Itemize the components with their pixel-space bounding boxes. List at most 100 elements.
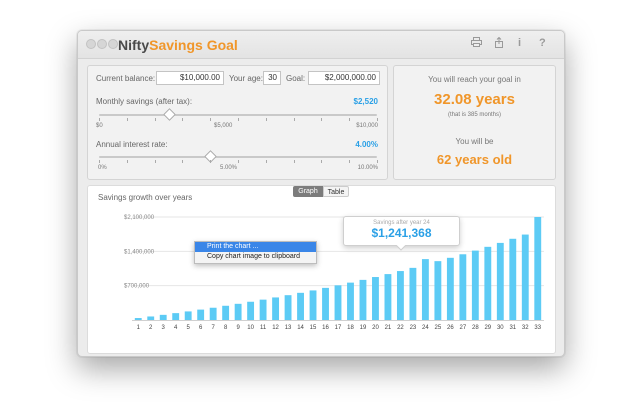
x-tick-label: 16 <box>322 325 329 331</box>
chart-bar[interactable] <box>384 274 392 320</box>
goal-field[interactable]: $2,000,000.00 <box>308 71 380 85</box>
app-title: NiftySavings Goal <box>118 37 238 53</box>
interest-rate-tick-max: 10.00% <box>357 165 378 171</box>
monthly-savings-slider-track[interactable] <box>99 114 377 116</box>
chart-bar[interactable] <box>272 297 280 320</box>
menu-item-print-chart[interactable]: Print the chart ... <box>195 242 316 252</box>
chart-bar[interactable] <box>209 307 217 320</box>
zoom-window-button[interactable] <box>108 39 118 49</box>
x-tick-label: 12 <box>272 325 279 331</box>
x-tick-label: 27 <box>460 325 467 331</box>
chart-bar[interactable] <box>409 267 417 320</box>
x-tick-label: 5 <box>187 325 191 331</box>
y-tick-label: $2,100,000 <box>124 215 155 221</box>
x-tick-label: 15 <box>310 325 317 331</box>
slider-tick-mark <box>99 160 100 163</box>
chart-bar[interactable] <box>297 292 304 320</box>
inputs-panel: Current balance: $10,000.00 Your age: 30… <box>87 65 388 180</box>
chart-bar[interactable] <box>134 318 142 320</box>
app-window: NiftySavings Goal i ? Current balance: $… <box>77 30 565 357</box>
slider-tick-mark <box>377 118 378 121</box>
chart-bar[interactable] <box>372 277 379 320</box>
chart-bar[interactable] <box>334 285 342 320</box>
chart-bar[interactable] <box>259 299 267 320</box>
x-tick-label: 33 <box>534 325 541 331</box>
current-balance-label: Current balance: <box>96 74 156 83</box>
result-panel: You will reach your goal in 32.08 years … <box>393 65 556 180</box>
slider-tick-mark <box>265 160 267 163</box>
chart-bar[interactable] <box>322 287 329 320</box>
close-window-button[interactable] <box>86 39 96 49</box>
printer-icon[interactable] <box>471 37 482 50</box>
chart-bar[interactable] <box>396 271 404 320</box>
menu-item-copy-chart[interactable]: Copy chart image to clipboard <box>195 252 316 262</box>
share-icon[interactable] <box>494 36 504 51</box>
chart-bar[interactable] <box>509 238 517 320</box>
monthly-savings-tick-max: $10,000 <box>356 123 378 129</box>
monthly-savings-slider-knob[interactable] <box>162 108 176 121</box>
app-title-part1: Nifty <box>118 37 150 53</box>
slider-tick-mark <box>349 160 351 163</box>
chart-bar[interactable] <box>459 254 467 320</box>
interest-rate-tick-min: 0% <box>98 165 107 171</box>
monthly-savings-label: Monthly savings (after tax): <box>96 97 193 106</box>
context-menu: Print the chart ... Copy chart image to … <box>194 241 317 264</box>
interest-rate-value: 4.00% <box>355 140 378 149</box>
slider-tick-mark <box>321 160 323 163</box>
chart-bar[interactable] <box>421 259 429 320</box>
tooltip-value: $1,241,368 <box>371 226 432 240</box>
tooltip-pointer <box>395 244 407 251</box>
chart-bar[interactable] <box>446 257 454 320</box>
age-label: Your age: <box>229 74 263 83</box>
chart-bar[interactable] <box>521 234 529 320</box>
x-tick-label: 30 <box>497 325 504 331</box>
slider-tick-mark <box>238 160 239 163</box>
monthly-savings-tick-mid: $5,000 <box>214 123 233 129</box>
slider-tick-mark <box>182 118 184 121</box>
monthly-savings-tick-min: $0 <box>96 123 103 129</box>
x-tick-label: 20 <box>372 325 379 331</box>
x-tick-label: 17 <box>335 325 342 331</box>
chart-bar[interactable] <box>147 316 155 320</box>
minimize-window-button[interactable] <box>97 39 107 49</box>
x-tick-label: 24 <box>422 325 429 331</box>
chart-bar[interactable] <box>222 305 230 320</box>
slider-tick-mark <box>210 118 212 121</box>
x-tick-label: 31 <box>509 325 516 331</box>
slider-tick-mark <box>265 118 267 121</box>
chart-bar[interactable] <box>496 242 504 320</box>
chart-bar[interactable] <box>284 295 292 320</box>
info-icon[interactable]: i <box>518 37 521 49</box>
age-field[interactable]: 30 <box>263 71 281 85</box>
chart-bar[interactable] <box>434 261 442 320</box>
chart-bar[interactable] <box>471 250 479 320</box>
help-icon[interactable]: ? <box>539 37 546 49</box>
current-balance-field[interactable]: $10,000.00 <box>156 71 224 85</box>
x-tick-label: 2 <box>149 325 153 331</box>
x-tick-label: 10 <box>247 325 254 331</box>
chart-bar[interactable] <box>247 301 255 320</box>
x-tick-label: 22 <box>397 325 404 331</box>
slider-tick-mark <box>293 118 295 121</box>
x-tick-label: 23 <box>410 325 417 331</box>
chart-bar[interactable] <box>309 290 317 320</box>
chart-bar[interactable] <box>159 314 167 320</box>
interest-rate-slider-track[interactable] <box>99 156 377 158</box>
slider-tick-mark <box>210 160 212 163</box>
slider-tick-mark <box>377 160 378 163</box>
x-tick-label: 29 <box>484 325 491 331</box>
chart-bar[interactable] <box>347 282 354 320</box>
savings-bar-chart[interactable]: $700,000$1,400,000$2,100,0001 2 3 4 5 6 7 8 9 10 1… <box>88 186 555 353</box>
chart-bar[interactable] <box>172 313 180 320</box>
chart-bar[interactable] <box>484 246 492 320</box>
app-title-part2: Savings Goal <box>149 37 238 53</box>
x-tick-label: 32 <box>522 325 529 331</box>
x-tick-label: 13 <box>285 325 292 331</box>
chart-bar[interactable] <box>197 309 205 320</box>
chart-bar[interactable] <box>359 279 367 320</box>
chart-bar[interactable] <box>534 217 542 320</box>
slider-tick-mark <box>349 118 351 121</box>
interest-rate-tick-mid: 5.00% <box>220 165 238 171</box>
chart-bar[interactable] <box>184 311 192 320</box>
chart-bar[interactable] <box>234 303 242 320</box>
